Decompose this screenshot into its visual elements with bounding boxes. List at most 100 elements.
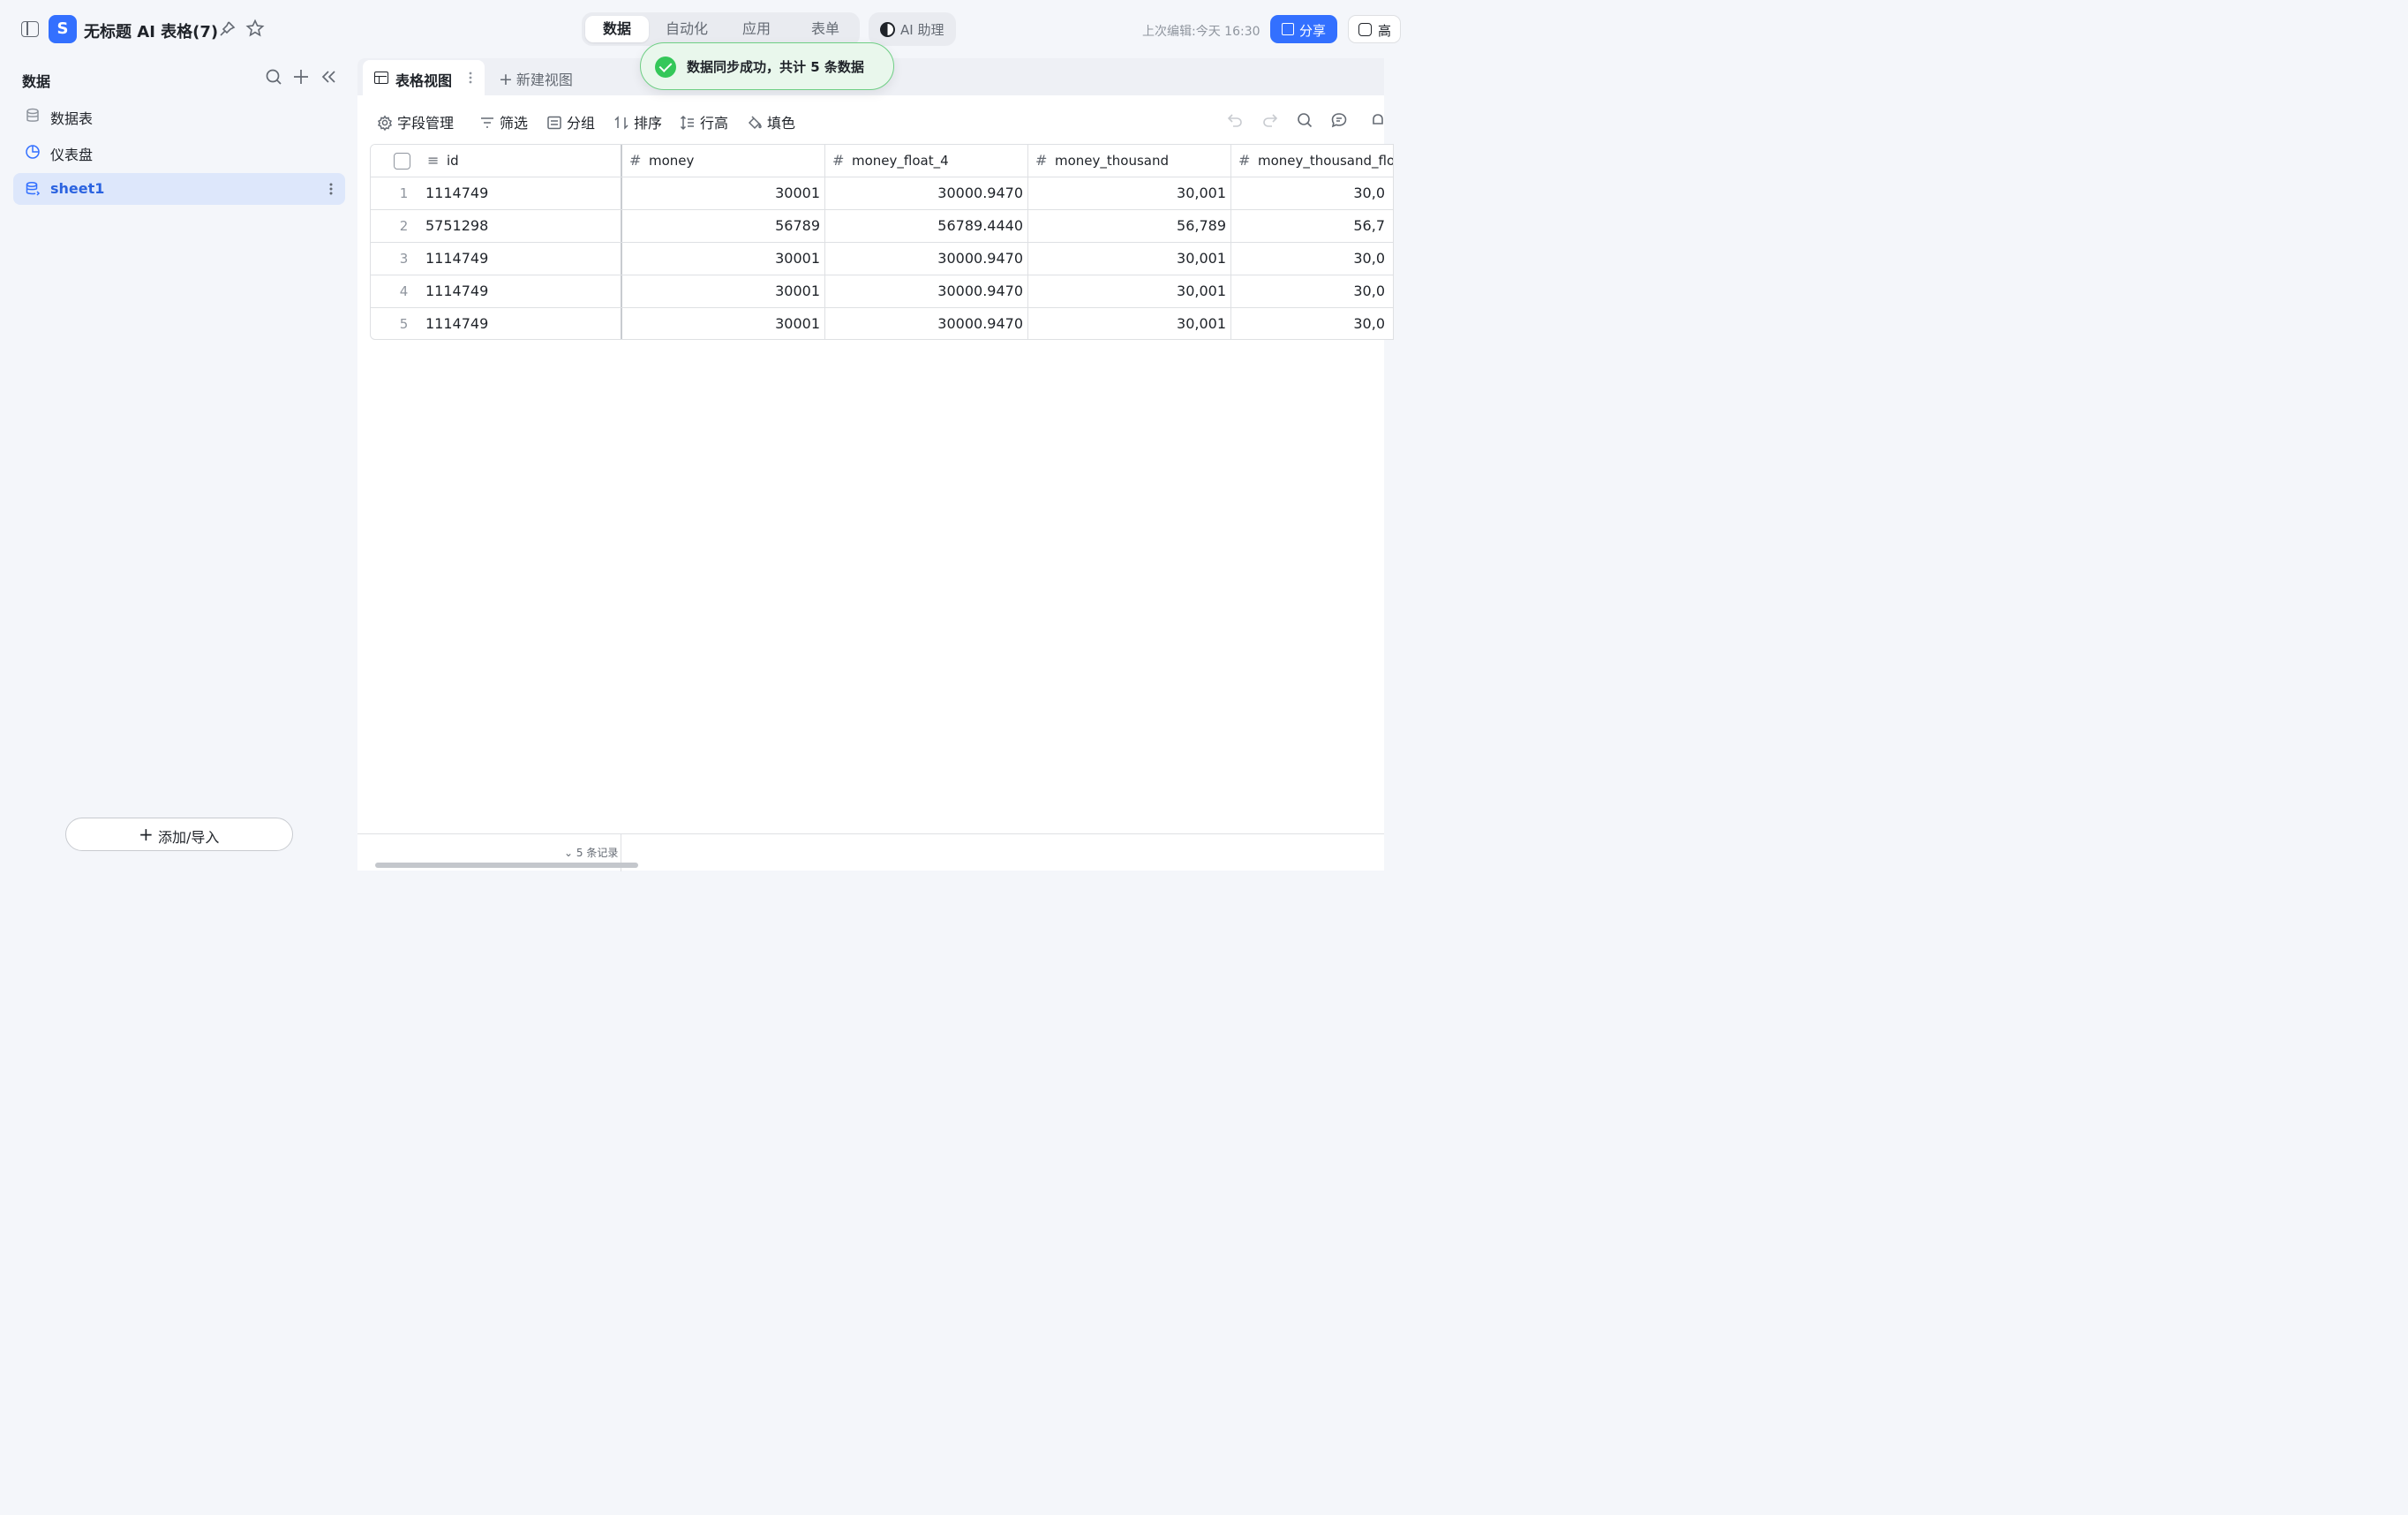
- pin-icon[interactable]: [217, 19, 237, 39]
- sort-button[interactable]: 排序: [613, 111, 663, 132]
- cell-money-float-4[interactable]: 56789.4440: [825, 210, 1028, 242]
- cell-money[interactable]: 30001: [622, 308, 825, 339]
- main-panel: 表格视图 + 新建视图 字段管理 筛选 分组 排序 行高 填色 ≡ id # m…: [357, 58, 1394, 871]
- record-count[interactable]: ⌄ 5 条记录: [564, 845, 618, 860]
- column-header-money[interactable]: # money: [622, 145, 825, 177]
- add-import-label: 添加/导入: [158, 829, 220, 846]
- fill-color-label: 填色: [767, 115, 796, 132]
- new-view-label: 新建视图: [515, 72, 573, 88]
- table-row[interactable]: 3 1114749 30001 30000.9470 30,001 30,0: [371, 243, 1393, 275]
- doc-title[interactable]: 无标题 AI 表格(7): [84, 19, 218, 42]
- cell-money-thousand-float[interactable]: 30,0: [1231, 275, 1385, 307]
- cell-money-thousand[interactable]: 30,001: [1028, 275, 1231, 307]
- ai-assistant-button[interactable]: AI 助理: [869, 12, 956, 46]
- cell-money-float-4[interactable]: 30000.9470: [825, 177, 1028, 209]
- cell-money-thousand-float[interactable]: 30,0: [1231, 308, 1385, 339]
- cell-money-thousand[interactable]: 30,001: [1028, 243, 1231, 275]
- more-options-icon[interactable]: [329, 182, 333, 196]
- sort-label: 排序: [634, 115, 663, 132]
- cell-money-thousand[interactable]: 30,001: [1028, 177, 1231, 209]
- search-icon[interactable]: [264, 67, 283, 87]
- row-height-label: 行高: [700, 115, 729, 132]
- redo-icon[interactable]: [1261, 111, 1279, 129]
- dashboard-icon: [25, 144, 41, 160]
- undo-icon[interactable]: [1226, 111, 1244, 129]
- cell-money-thousand-float[interactable]: 30,0: [1231, 177, 1385, 209]
- paint-bucket-icon: [747, 115, 763, 131]
- cell-money[interactable]: 30001: [622, 243, 825, 275]
- sidebar-item-dashboard[interactable]: 仪表盘: [13, 136, 345, 168]
- column-header-money-thousand[interactable]: # money_thousand: [1028, 145, 1231, 177]
- cell-money-thousand[interactable]: 56,789: [1028, 210, 1231, 242]
- cell-money[interactable]: 56789: [622, 210, 825, 242]
- cell-money[interactable]: 30001: [622, 275, 825, 307]
- share-icon: [1282, 23, 1294, 35]
- grid-view-icon: [374, 72, 388, 84]
- tab-data[interactable]: 数据: [585, 16, 649, 42]
- plus-icon: +: [499, 70, 513, 89]
- tab-automation[interactable]: 自动化: [652, 16, 721, 42]
- cell-money-float-4[interactable]: 30000.9470: [825, 243, 1028, 275]
- search-icon[interactable]: [1296, 111, 1313, 129]
- fill-color-button[interactable]: 填色: [747, 111, 796, 132]
- record-count-label: 5 条记录: [576, 847, 619, 859]
- notification-icon[interactable]: [1369, 111, 1387, 129]
- tab-grid-view[interactable]: 表格视图: [363, 60, 485, 95]
- star-icon[interactable]: [245, 19, 265, 38]
- mode-tabs: 数据 自动化 应用 表单: [582, 12, 860, 46]
- sort-icon: [613, 115, 629, 131]
- sheet-icon: [25, 181, 41, 197]
- row-height-button[interactable]: 行高: [680, 111, 729, 132]
- chevron-down-icon: ⌄: [564, 847, 574, 859]
- group-label: 分组: [567, 115, 596, 132]
- cell-money-thousand[interactable]: 30,001: [1028, 308, 1231, 339]
- tab-form[interactable]: 表单: [794, 16, 857, 42]
- sidebar-item-tables[interactable]: 数据表: [13, 100, 345, 132]
- sidebar-item-sheet1[interactable]: sheet1: [13, 173, 345, 205]
- table-row[interactable]: 2 5751298 56789 56789.4440 56,789 56,7: [371, 210, 1393, 243]
- check-circle-icon: [655, 57, 676, 78]
- group-button[interactable]: 分组: [546, 111, 596, 132]
- cell-id[interactable]: 5751298: [420, 210, 622, 242]
- column-header-money-float-4[interactable]: # money_float_4: [825, 145, 1028, 177]
- add-import-button[interactable]: + 添加/导入: [65, 818, 293, 851]
- field-manage-button[interactable]: 字段管理: [377, 111, 455, 132]
- group-icon: [546, 115, 562, 131]
- comment-icon[interactable]: [1330, 111, 1348, 129]
- plus-icon: +: [139, 824, 154, 845]
- cell-money-float-4[interactable]: 30000.9470: [825, 308, 1028, 339]
- sidebar-toggle-icon[interactable]: [21, 21, 39, 37]
- horizontal-scrollbar[interactable]: [375, 863, 638, 868]
- number-field-icon: #: [629, 152, 642, 169]
- table-row[interactable]: 1 1114749 30001 30000.9470 30,001 30,0: [371, 177, 1393, 210]
- toast-message: 数据同步成功，共计 5 条数据: [687, 59, 864, 75]
- sidebar-title: 数据: [22, 73, 51, 90]
- cell-id[interactable]: 1114749: [420, 243, 622, 275]
- cell-money-thousand-float[interactable]: 56,7: [1231, 210, 1385, 242]
- table-row[interactable]: 5 1114749 30001 30000.9470 30,001 30,0: [371, 308, 1393, 339]
- share-button[interactable]: 分享: [1270, 15, 1337, 43]
- table-footer: ⌄ 5 条记录: [357, 833, 1384, 871]
- field-manage-label: 字段管理: [397, 115, 455, 132]
- cell-money-thousand-float[interactable]: 30,0: [1231, 243, 1385, 275]
- cell-money-float-4[interactable]: 30000.9470: [825, 275, 1028, 307]
- more-options-icon[interactable]: [469, 72, 472, 84]
- select-all-checkbox[interactable]: [394, 153, 410, 170]
- new-view-button[interactable]: + 新建视图: [499, 68, 573, 89]
- number-field-icon: #: [1238, 152, 1251, 169]
- advanced-button[interactable]: 高: [1348, 15, 1401, 43]
- cell-id[interactable]: 1114749: [420, 275, 622, 307]
- table-row[interactable]: 4 1114749 30001 30000.9470 30,001 30,0: [371, 275, 1393, 308]
- filter-button[interactable]: 筛选: [479, 111, 528, 132]
- column-header-money-thousand-float[interactable]: # money_thousand_flo: [1231, 145, 1393, 177]
- cell-id[interactable]: 1114749: [420, 177, 622, 209]
- cell-money[interactable]: 30001: [622, 177, 825, 209]
- add-icon[interactable]: [291, 67, 311, 87]
- number-field-icon: #: [832, 152, 845, 169]
- cell-id[interactable]: 1114749: [420, 308, 622, 339]
- tab-apps[interactable]: 应用: [725, 16, 788, 42]
- collapse-icon[interactable]: [320, 67, 339, 87]
- column-header-id[interactable]: ≡ id: [420, 145, 622, 177]
- text-field-icon: ≡: [427, 152, 440, 169]
- sync-success-toast: 数据同步成功，共计 5 条数据: [640, 42, 894, 90]
